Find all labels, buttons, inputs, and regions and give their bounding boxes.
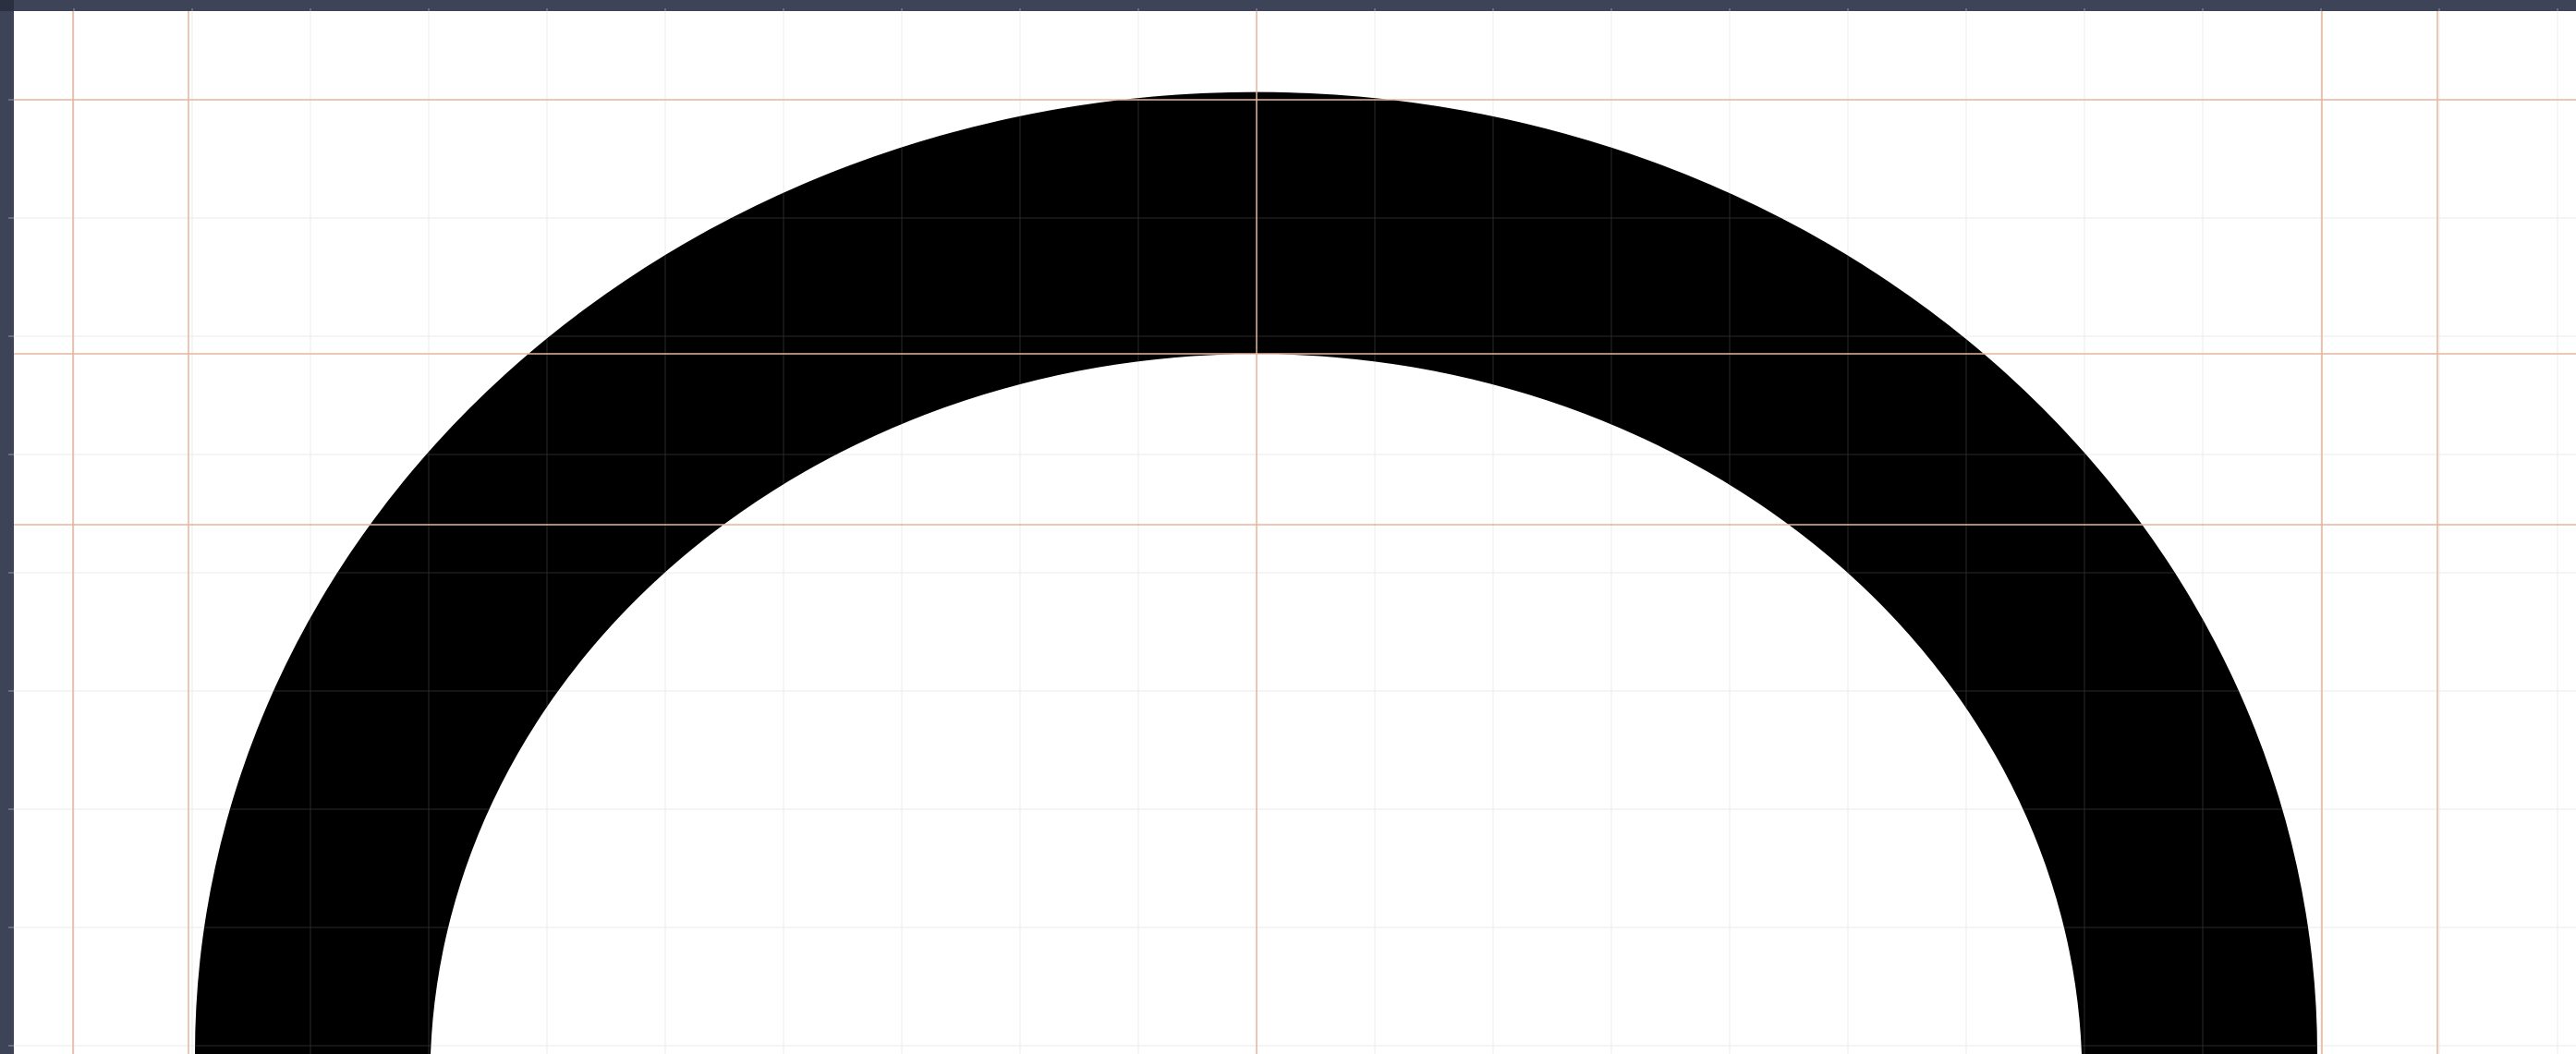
canvas-drawing	[14, 11, 2576, 1054]
glyph-editor-window	[0, 0, 2576, 1054]
left-ruler[interactable]	[0, 0, 14, 1054]
glyph-canvas[interactable]	[14, 11, 2576, 1054]
top-ruler[interactable]	[0, 0, 2576, 14]
ruler-corner	[0, 0, 14, 11]
left-ruler-ticks	[8, 99, 14, 1047]
